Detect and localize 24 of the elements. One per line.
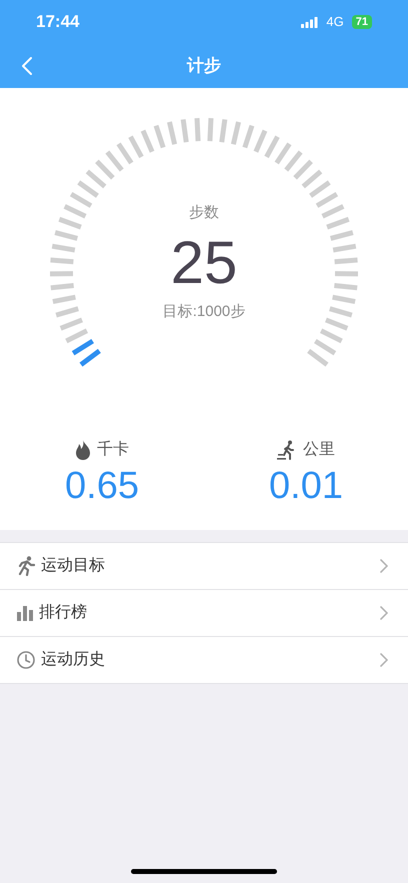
battery-indicator: 71 xyxy=(352,15,372,29)
chevron-icon xyxy=(380,653,388,667)
back-icon[interactable] xyxy=(21,56,33,76)
status-time: 17:44 xyxy=(36,11,80,34)
stat-value: 0.01 xyxy=(269,464,343,509)
stat-label: 公里 xyxy=(303,440,335,460)
menu-item[interactable]: 排行榜 xyxy=(0,590,408,637)
stat-label: 千卡 xyxy=(97,440,129,460)
step-count: 25 xyxy=(170,228,238,296)
menu-item[interactable]: 运动目标 xyxy=(0,543,408,590)
walker-icon xyxy=(277,440,297,460)
menu-item[interactable]: 运动历史 xyxy=(0,637,408,684)
signal-icon xyxy=(301,16,318,28)
network-label: 4G xyxy=(326,13,344,32)
bar-chart-icon xyxy=(17,605,33,621)
stat-value: 0.65 xyxy=(65,464,139,509)
chevron-icon xyxy=(380,606,388,620)
goal-text: 目标:1000步 xyxy=(162,302,246,322)
runner-icon xyxy=(17,556,35,576)
chevron-icon xyxy=(380,559,388,573)
clock-icon xyxy=(17,651,35,669)
gauge-label: 步数 xyxy=(189,203,219,223)
page-title: 计步 xyxy=(187,55,221,78)
flame-icon xyxy=(75,440,91,460)
